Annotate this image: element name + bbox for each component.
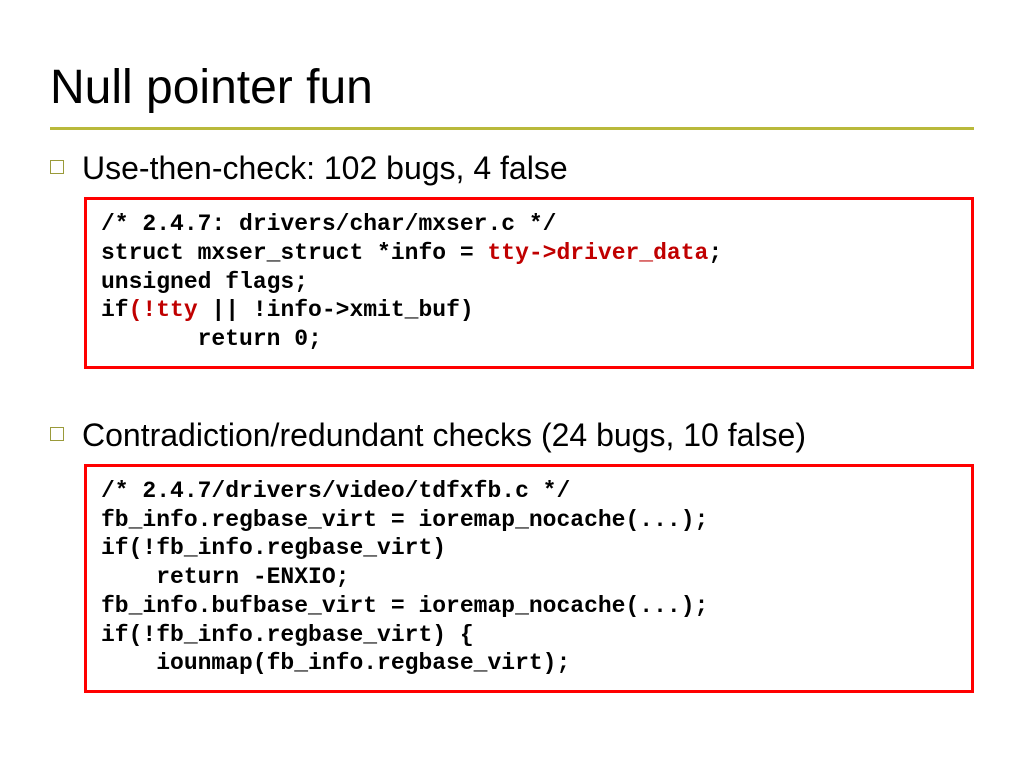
code1-l4a: if	[101, 297, 129, 323]
slide-title: Null pointer fun	[50, 60, 974, 115]
code-block-1: /* 2.4.7: drivers/char/mxser.c */ struct…	[84, 197, 974, 369]
code2-l5: fb_info.bufbase_virt = ioremap_nocache(.…	[101, 593, 708, 619]
code-block-2: /* 2.4.7/drivers/video/tdfxfb.c */ fb_in…	[84, 464, 974, 693]
bullet-marker-icon	[50, 427, 64, 441]
bullet-marker-icon	[50, 160, 64, 174]
code1-l3: unsigned flags;	[101, 269, 308, 295]
bullet-1-text: Use-then-check: 102 bugs, 4 false	[82, 150, 568, 187]
title-rule	[50, 127, 974, 130]
slide: Null pointer fun Use-then-check: 102 bug…	[0, 0, 1024, 768]
bullet-2: Contradiction/redundant checks (24 bugs,…	[50, 417, 974, 454]
code1-l2c: ;	[708, 240, 722, 266]
code2-l7: iounmap(fb_info.regbase_virt);	[101, 650, 570, 676]
bullet-2-text: Contradiction/redundant checks (24 bugs,…	[82, 417, 806, 454]
bullet-1: Use-then-check: 102 bugs, 4 false	[50, 150, 974, 187]
code2-l3: if(!fb_info.regbase_virt)	[101, 535, 446, 561]
code1-l2a: struct mxser_struct *info =	[101, 240, 487, 266]
code1-l1: /* 2.4.7: drivers/char/mxser.c */	[101, 211, 556, 237]
code2-l2: fb_info.regbase_virt = ioremap_nocache(.…	[101, 507, 708, 533]
code2-l6: if(!fb_info.regbase_virt) {	[101, 622, 474, 648]
code1-l5: return 0;	[101, 326, 322, 352]
code2-l1: /* 2.4.7/drivers/video/tdfxfb.c */	[101, 478, 570, 504]
code1-l4c: || !info->xmit_buf)	[198, 297, 474, 323]
code1-l2-highlight: tty->driver_data	[487, 240, 708, 266]
code2-l4: return -ENXIO;	[101, 564, 349, 590]
code1-l4-highlight: (!tty	[129, 297, 198, 323]
